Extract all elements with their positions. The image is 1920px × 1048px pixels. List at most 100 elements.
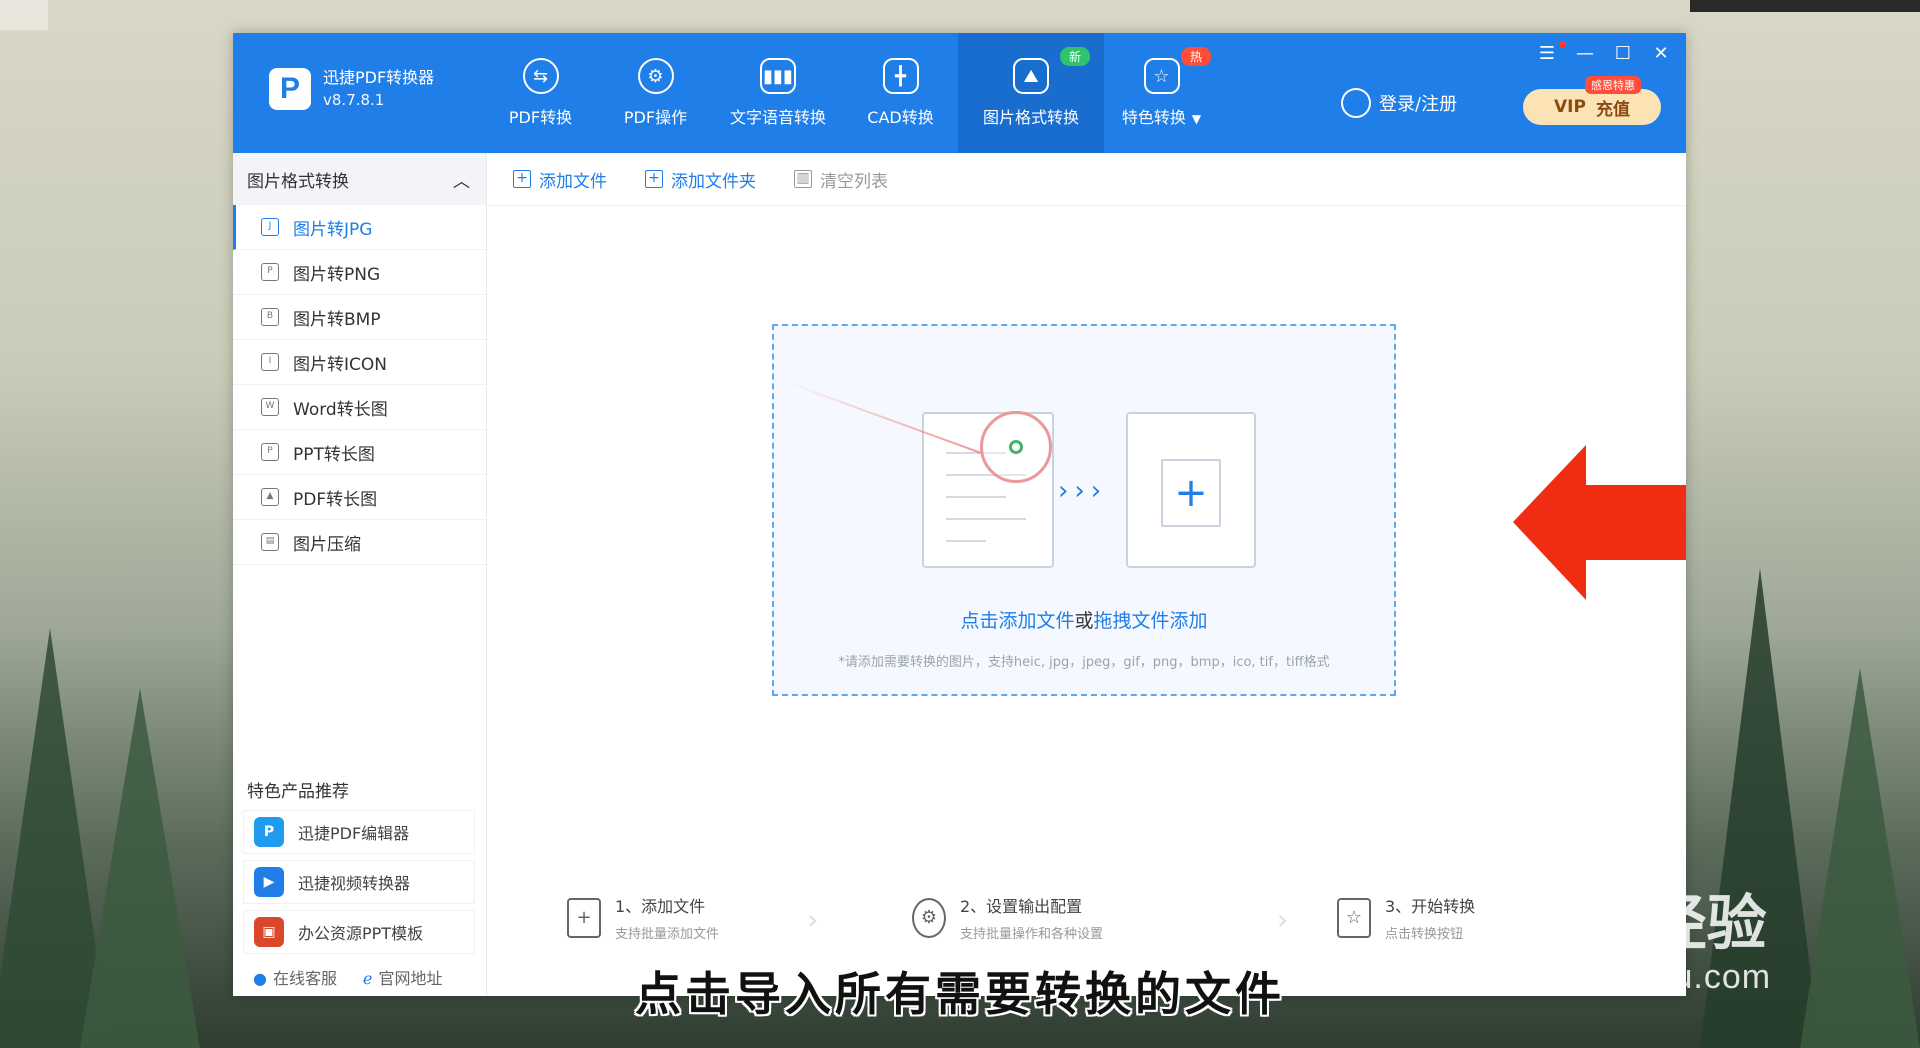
sidebar-item-pdf-long[interactable]: ▲ PDF转长图 (233, 475, 486, 520)
sidebar-item-label: 图片转JPG (293, 219, 373, 240)
vip-recharge-button[interactable]: VIP 充值 (1523, 89, 1661, 125)
image-file-icon: B (261, 308, 279, 326)
add-file-icon: + (513, 170, 531, 188)
clear-list-button[interactable]: ▥ 清空列表 (794, 167, 888, 192)
toolbar: + 添加文件 + 添加文件夹 ▥ 清空列表 (487, 153, 1686, 206)
word-file-icon: W (261, 398, 279, 416)
step-2: ⚙ 2、设置输出配置 支持批量操作和各种设置 (912, 893, 1103, 942)
step-1: + 1、添加文件支持批量添加文件 (567, 893, 719, 942)
add-folder-icon: + (645, 170, 663, 188)
toolbar-label: 清空列表 (820, 171, 888, 192)
vip-label: VIP (1554, 97, 1586, 117)
featured-title: 特色产品推荐 (247, 782, 349, 802)
menu-icon[interactable]: ☰ (1538, 43, 1556, 64)
nav-special-convert[interactable]: 热 ☆ 特色转换 ▼ (1104, 33, 1219, 153)
sidebar-title: 图片格式转换 (247, 171, 349, 192)
featured-video-converter[interactable]: ▶ 迅捷视频转换器 (243, 860, 475, 904)
step-title: 2、设置输出配置 (960, 897, 1083, 916)
step-3: ☆ 3、开始转换 点击转换按钮 (1337, 893, 1475, 942)
sidebar-item-label: 图片转PNG (293, 264, 381, 285)
step-title: 1、添加文件 (615, 897, 706, 916)
gear-icon: ⚙ (912, 897, 946, 938)
drag-add-link[interactable]: 拖拽文件添加 (1094, 610, 1208, 632)
desktop-corner (0, 0, 48, 30)
featured-label: 迅捷视频转换器 (298, 874, 411, 893)
nav-cad-convert[interactable]: ╋ CAD转换 (843, 33, 958, 153)
sidebar-item-word-long[interactable]: W Word转长图 (233, 385, 486, 430)
maximize-icon[interactable]: ☐ (1614, 43, 1632, 64)
cad-icon: ╋ (882, 58, 919, 94)
minimize-icon[interactable]: — (1576, 43, 1594, 64)
toolbar-label: 添加文件 (539, 171, 607, 192)
brand: P 迅捷PDF转换器 v8.7.8.1 (269, 67, 434, 111)
sidebar-item-jpg[interactable]: J 图片转JPG (233, 205, 486, 250)
image-file-icon: J (261, 218, 279, 236)
sidebar-header[interactable]: 图片格式转换 ︿ (233, 153, 486, 205)
nav-pdf-convert[interactable]: ⇆ PDF转换 (483, 33, 598, 153)
sidebar-item-label: 图片转BMP (293, 309, 381, 330)
vip-action: 充值 (1595, 99, 1630, 120)
compress-icon: ▤ (261, 533, 279, 551)
add-file-button[interactable]: + 添加文件 (513, 167, 607, 192)
drop-zone[interactable]: ››› + 点击添加文件或拖拽文件添加 *请添加需要转换的图片，支持heic, … (772, 324, 1396, 696)
video-caption: 点击导入所有需要转换的文件 (635, 967, 1285, 1021)
featured-pdf-editor[interactable]: P 迅捷PDF编辑器 (243, 810, 475, 854)
sidebar-item-ppt-long[interactable]: P PPT转长图 (233, 430, 486, 475)
star-refresh-icon: ☆ (1143, 58, 1180, 94)
chevron-right-icon: › (1277, 903, 1289, 936)
sidebar-item-compress[interactable]: ▤ 图片压缩 (233, 520, 486, 565)
nav-label: 文字语音转换 (729, 108, 826, 127)
image-file-icon: I (261, 353, 279, 371)
add-folder-button[interactable]: + 添加文件夹 (645, 167, 756, 192)
chevron-down-icon[interactable]: ▼ (1192, 112, 1201, 126)
ppt-file-icon: P (261, 443, 279, 461)
step-subtitle: 支持批量添加文件 (615, 927, 720, 942)
image-icon: ⛰ (1013, 58, 1049, 94)
new-badge: 新 (1059, 47, 1090, 66)
close-icon[interactable]: ✕ (1652, 43, 1670, 64)
click-add-link[interactable]: 点击添加文件 (960, 610, 1074, 632)
doc-line (946, 496, 1006, 498)
main-nav: ⇆ PDF转换 ⚙ PDF操作 ▮▮▮ 文字语音转换 ╋ CAD转换 新 ⛰ 图… (483, 33, 1219, 153)
nav-pdf-operate[interactable]: ⚙ PDF操作 (598, 33, 713, 153)
featured-ppt-template[interactable]: ▣ 办公资源PPT模板 (243, 910, 475, 954)
trash-icon: ▥ (794, 170, 812, 188)
pdf-editor-icon: P (254, 817, 284, 847)
step-subtitle: 点击转换按钮 (1385, 927, 1464, 942)
login-label: 登录/注册 (1379, 94, 1458, 115)
app-logo-icon: P (269, 68, 311, 110)
click-highlight (980, 411, 1052, 483)
video-converter-icon: ▶ (254, 867, 284, 897)
nav-label: PDF转换 (508, 108, 573, 127)
nav-text-speech[interactable]: ▮▮▮ 文字语音转换 (713, 33, 843, 153)
gear-icon: ⚙ (637, 58, 674, 94)
featured-label: 迅捷PDF编辑器 (298, 824, 410, 843)
sidebar-item-bmp[interactable]: B 图片转BMP (233, 295, 486, 340)
user-icon (1341, 88, 1371, 118)
app-version: v8.7.8.1 (323, 91, 385, 109)
supported-formats-hint: *请添加需要转换的图片，支持heic, jpg，jpeg，gif，png，bmp… (838, 655, 1330, 670)
app-name: 迅捷PDF转换器 (323, 68, 435, 87)
sidebar-item-label: PDF转长图 (293, 489, 378, 510)
swap-icon: ⇆ (522, 58, 559, 94)
convert-icon: ☆ (1337, 897, 1371, 938)
nav-image-convert[interactable]: 新 ⛰ 图片格式转换 (958, 33, 1104, 153)
chevron-up-icon[interactable]: ︿ (453, 167, 470, 192)
nav-label: CAD转换 (867, 108, 934, 127)
plus-icon: + (1161, 459, 1221, 527)
sidebar-item-icon[interactable]: I 图片转ICON (233, 340, 486, 385)
chevron-right-icon: ››› (1058, 476, 1108, 506)
app-window: P 迅捷PDF转换器 v8.7.8.1 ⇆ PDF转换 ⚙ PDF操作 ▮▮▮ … (233, 33, 1686, 996)
sidebar-item-png[interactable]: P 图片转PNG (233, 250, 486, 295)
title-bar: P 迅捷PDF转换器 v8.7.8.1 ⇆ PDF转换 ⚙ PDF操作 ▮▮▮ … (233, 33, 1686, 153)
login-button[interactable]: 登录/注册 (1341, 88, 1457, 118)
red-arrow-annotation (1513, 445, 1686, 600)
hot-badge: 热 (1180, 47, 1211, 66)
sidebar-item-label: 图片转ICON (293, 354, 387, 375)
add-file-card[interactable]: + (1126, 412, 1256, 568)
nav-label: 图片格式转换 (982, 108, 1079, 127)
drop-instruction: 点击添加文件或拖拽文件添加 (774, 606, 1394, 633)
sidebar: 图片格式转换 ︿ J 图片转JPG P 图片转PNG B 图片转BMP I 图片转ICO… (233, 153, 487, 996)
add-file-icon: + (567, 897, 601, 938)
featured-label: 办公资源PPT模板 (298, 924, 424, 943)
